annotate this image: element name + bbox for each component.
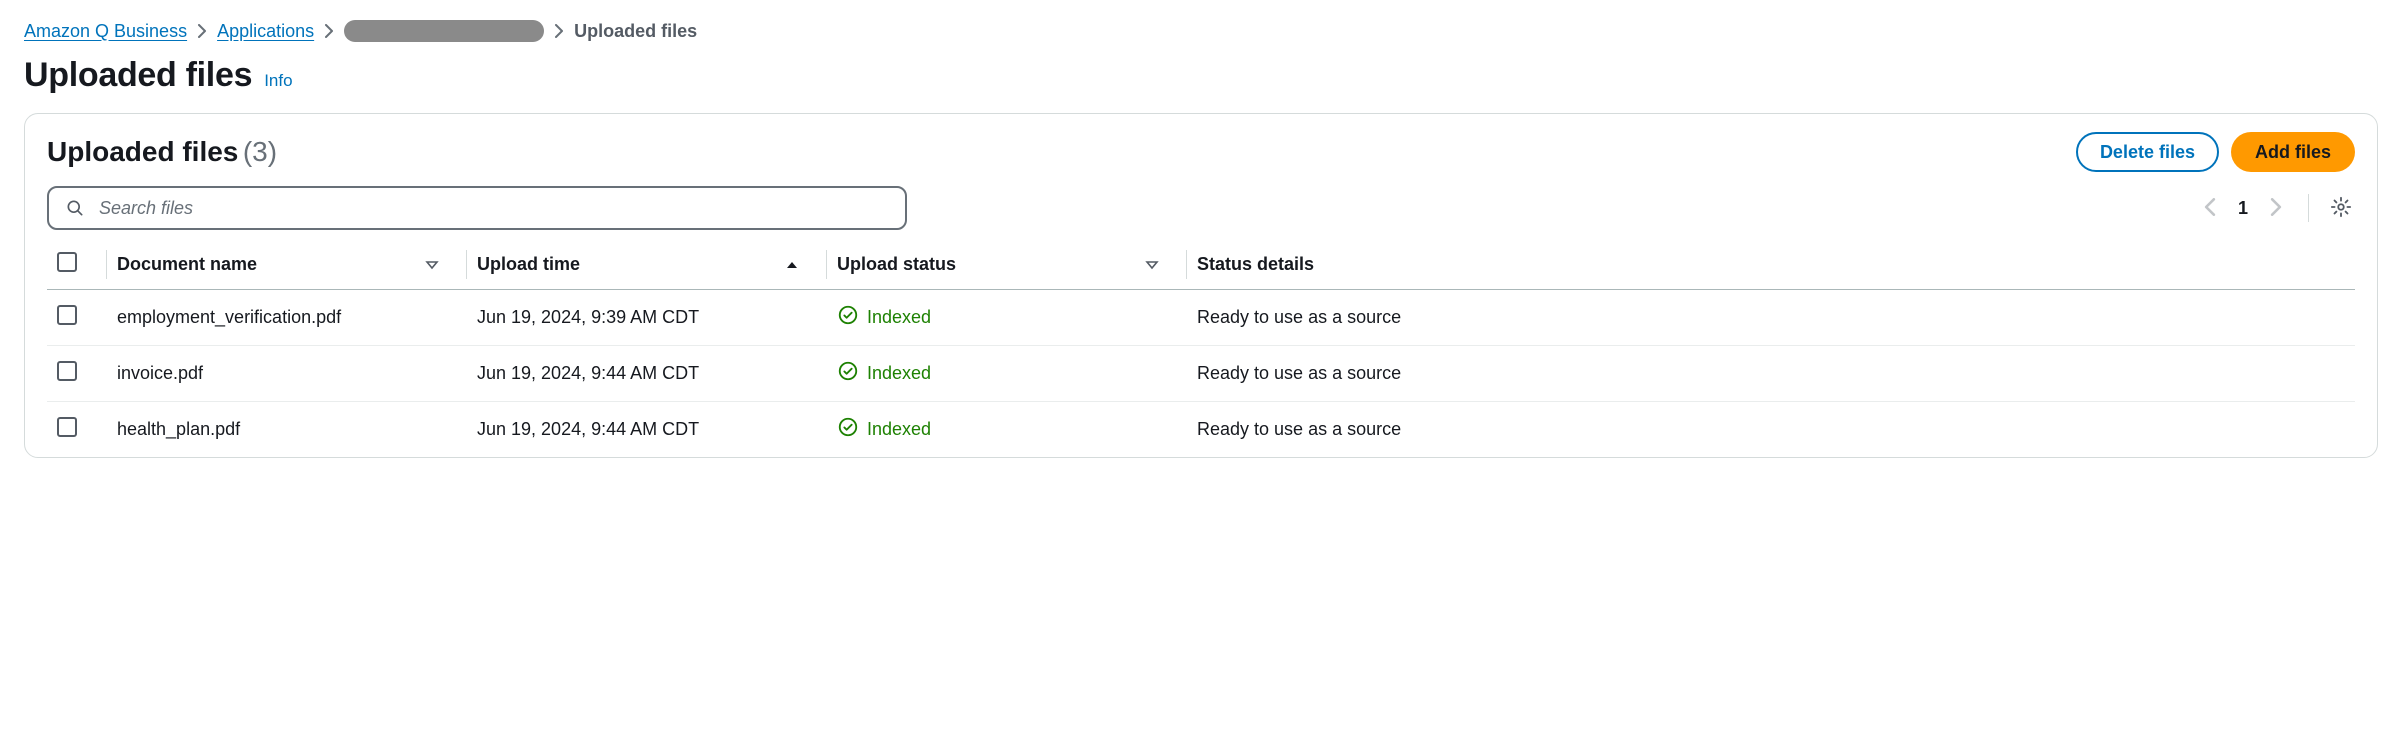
pagination-next-button[interactable] <box>2262 194 2290 222</box>
breadcrumb-redacted <box>344 20 544 42</box>
table-row: health_plan.pdfJun 19, 2024, 9:44 AM CDT… <box>47 402 2355 458</box>
breadcrumb-link-applications[interactable]: Applications <box>217 21 314 42</box>
table-header-row: Document name Upload time <box>47 240 2355 290</box>
breadcrumb-link-root[interactable]: Amazon Q Business <box>24 21 187 42</box>
cell-status-details: Ready to use as a source <box>1187 290 2355 346</box>
row-checkbox[interactable] <box>57 361 77 381</box>
sort-indicator-icon <box>1145 258 1159 272</box>
panel-title: Uploaded files <box>47 136 238 167</box>
gear-icon <box>2330 196 2352 221</box>
search-input[interactable] <box>47 186 907 230</box>
chevron-right-icon <box>2270 198 2282 219</box>
column-header-label: Document name <box>117 254 257 275</box>
cell-upload-time: Jun 19, 2024, 9:39 AM CDT <box>467 290 827 346</box>
panel-title-wrap: Uploaded files (3) <box>47 136 277 168</box>
panel-count: (3) <box>243 136 277 167</box>
cell-upload-time: Jun 19, 2024, 9:44 AM CDT <box>467 402 827 458</box>
chevron-right-icon <box>324 24 334 38</box>
files-panel: Uploaded files (3) Delete files Add file… <box>24 113 2378 458</box>
cell-upload-time: Jun 19, 2024, 9:44 AM CDT <box>467 346 827 402</box>
row-checkbox[interactable] <box>57 305 77 325</box>
pagination-page: 1 <box>2238 198 2248 219</box>
cell-document-name: employment_verification.pdf <box>107 290 467 346</box>
breadcrumb: Amazon Q Business Applications Uploaded … <box>24 20 2378 42</box>
add-files-button[interactable]: Add files <box>2231 132 2355 172</box>
column-header-name[interactable]: Document name <box>107 240 467 290</box>
cell-upload-status: Indexed <box>827 402 1187 458</box>
panel-header: Uploaded files (3) Delete files Add file… <box>47 132 2355 172</box>
controls-row: 1 <box>47 186 2355 230</box>
check-circle-icon <box>837 360 859 387</box>
column-header-details: Status details <box>1187 240 2355 290</box>
pagination-prev-button[interactable] <box>2196 194 2224 222</box>
table-row: invoice.pdfJun 19, 2024, 9:44 AM CDT Inde… <box>47 346 2355 402</box>
cell-status-details: Ready to use as a source <box>1187 346 2355 402</box>
cell-document-name: invoice.pdf <box>107 346 467 402</box>
files-table: Document name Upload time <box>47 240 2355 457</box>
chevron-right-icon <box>554 24 564 38</box>
sort-asc-icon <box>785 258 799 272</box>
column-header-time[interactable]: Upload time <box>467 240 827 290</box>
cell-upload-status: Indexed <box>827 346 1187 402</box>
status-text: Indexed <box>867 307 931 328</box>
check-circle-icon <box>837 416 859 443</box>
search-wrap <box>47 186 907 230</box>
sort-indicator-icon <box>425 258 439 272</box>
page-title: Uploaded files <box>24 56 252 95</box>
select-all-checkbox[interactable] <box>57 252 77 272</box>
row-checkbox[interactable] <box>57 417 77 437</box>
delete-files-button[interactable]: Delete files <box>2076 132 2219 172</box>
cell-document-name: health_plan.pdf <box>107 402 467 458</box>
pagination: 1 <box>2196 194 2355 222</box>
breadcrumb-current: Uploaded files <box>574 21 697 42</box>
table-settings-button[interactable] <box>2327 194 2355 222</box>
page-heading: Uploaded files Info <box>24 56 2378 95</box>
cell-status-details: Ready to use as a source <box>1187 402 2355 458</box>
status-text: Indexed <box>867 363 931 384</box>
divider <box>2308 194 2309 222</box>
column-header-label: Upload time <box>477 254 580 275</box>
table-row: employment_verification.pdfJun 19, 2024,… <box>47 290 2355 346</box>
cell-upload-status: Indexed <box>827 290 1187 346</box>
chevron-right-icon <box>197 24 207 38</box>
column-header-select <box>47 240 107 290</box>
check-circle-icon <box>837 304 859 331</box>
info-link[interactable]: Info <box>264 71 292 91</box>
column-header-status[interactable]: Upload status <box>827 240 1187 290</box>
column-header-label: Status details <box>1197 254 1314 275</box>
status-text: Indexed <box>867 419 931 440</box>
chevron-left-icon <box>2204 198 2216 219</box>
panel-actions: Delete files Add files <box>2076 132 2355 172</box>
column-header-label: Upload status <box>837 254 956 275</box>
